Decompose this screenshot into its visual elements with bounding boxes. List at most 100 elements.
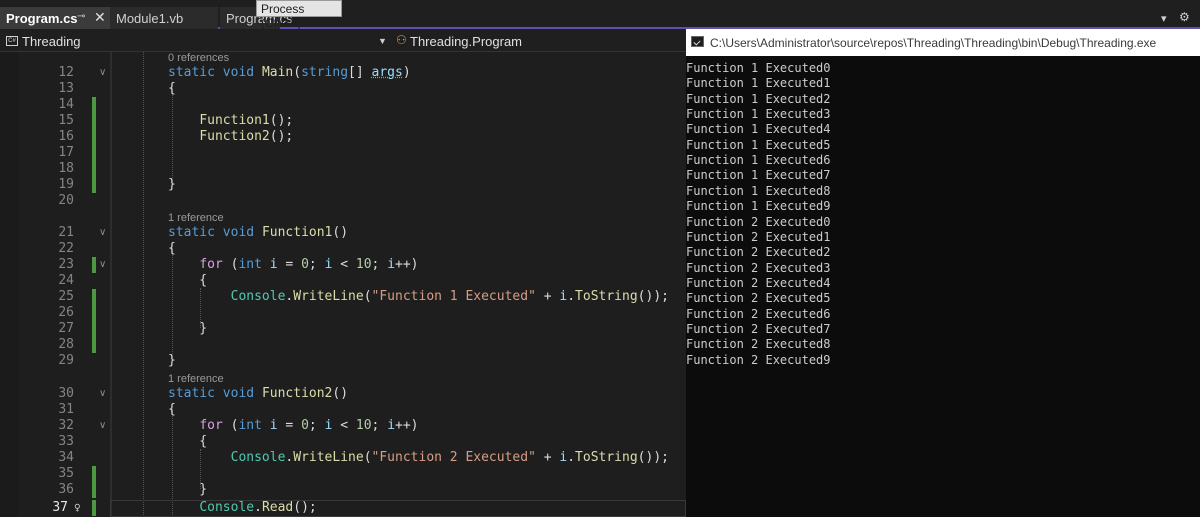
lightbulb-icon[interactable]: ♀ xyxy=(74,500,81,516)
code-editor[interactable]: 0 references 1 reference 1 reference 12 … xyxy=(0,52,686,517)
console-line: Function 2 Executed0 xyxy=(686,214,831,229)
code-line: 29 } xyxy=(0,353,686,369)
console-app-icon xyxy=(691,36,704,47)
code-text: static void Function2() xyxy=(168,386,349,401)
line-number: 17 xyxy=(58,145,74,160)
line-number: 26 xyxy=(58,305,74,320)
line-number: 25 xyxy=(58,289,74,304)
line-number: 31 xyxy=(58,402,74,417)
change-indicator xyxy=(92,129,96,145)
line-number: 22 xyxy=(58,241,74,256)
tab-program-cs[interactable]: Program.cs ⊸ ✕ xyxy=(0,7,110,29)
code-text: for (int i = 0; i < 10; i++) xyxy=(199,418,419,433)
change-indicator xyxy=(92,466,96,482)
change-indicator xyxy=(92,289,96,305)
console-line: Function 1 Executed8 xyxy=(686,183,831,198)
fold-chevron-icon[interactable]: ∨ xyxy=(99,65,106,81)
code-text: } xyxy=(168,353,176,368)
code-text: static void Function1() xyxy=(168,225,349,240)
tab-module1-vb[interactable]: Module1.vb xyxy=(110,7,218,29)
line-number: 23 xyxy=(58,257,74,272)
console-title: C:\Users\Administrator\source\repos\Thre… xyxy=(710,36,1157,50)
line-number: 35 xyxy=(58,466,74,481)
code-line: 26 xyxy=(0,305,686,321)
change-indicator xyxy=(92,500,96,516)
change-indicator xyxy=(92,482,96,498)
code-line: 16 Function2(); xyxy=(0,129,686,145)
line-number: 12 xyxy=(58,65,74,80)
line-number: 28 xyxy=(58,337,74,352)
fold-chevron-icon[interactable]: ∨ xyxy=(99,257,106,273)
class-dropdown[interactable]: Threading.Program xyxy=(410,34,522,49)
codelens-references[interactable]: 1 reference xyxy=(168,373,224,385)
pin-icon[interactable]: ⊸ xyxy=(77,11,85,22)
change-indicator xyxy=(92,321,96,337)
code-text: { xyxy=(168,434,208,449)
csharp-project-icon: C# xyxy=(6,36,18,46)
current-line-highlight xyxy=(110,500,686,517)
code-line: 15 Function1(); xyxy=(0,113,686,129)
code-line: 14 xyxy=(0,97,686,113)
console-title-bar[interactable]: C:\Users\Administrator\source\repos\Thre… xyxy=(686,29,1200,56)
line-number: 14 xyxy=(58,97,74,112)
console-line: Function 1 Executed3 xyxy=(686,107,831,122)
console-line: Function 2 Executed4 xyxy=(686,275,831,290)
code-line: 27 } xyxy=(0,321,686,337)
code-line: 22 { xyxy=(0,241,686,257)
line-number: 24 xyxy=(58,273,74,288)
settings-gear-icon[interactable]: ⚙ xyxy=(1179,10,1190,24)
line-number: 13 xyxy=(58,81,74,96)
console-line: Function 1 Executed2 xyxy=(686,91,831,106)
fold-chevron-icon[interactable]: ∨ xyxy=(99,225,106,241)
code-text: } xyxy=(168,321,208,336)
line-number: 37 xyxy=(52,500,68,515)
code-line: 19 } xyxy=(0,177,686,193)
code-text: Function2(); xyxy=(199,129,294,144)
code-line: 30 ∨ static void Function2() xyxy=(0,386,686,402)
console-line: Function 1 Executed5 xyxy=(686,137,831,152)
line-number: 21 xyxy=(58,225,74,240)
codelens-references[interactable]: 1 reference xyxy=(168,212,224,224)
code-line: 28 xyxy=(0,337,686,353)
tab-label: Module1.vb xyxy=(116,11,184,26)
line-number: 15 xyxy=(58,113,74,128)
line-number: 34 xyxy=(58,450,74,465)
tab-list-dropdown-icon[interactable]: ▾ xyxy=(1161,12,1167,25)
code-line: 24 { xyxy=(0,273,686,289)
tab-label: Program.cs xyxy=(6,11,78,26)
line-number: 20 xyxy=(58,193,74,208)
code-text: } xyxy=(168,177,176,192)
line-number: 30 xyxy=(58,386,74,401)
console-line: Function 2 Executed7 xyxy=(686,321,831,336)
code-text: } xyxy=(168,482,208,497)
change-indicator xyxy=(92,161,96,177)
change-indicator xyxy=(92,337,96,353)
project-dropdown[interactable]: Threading xyxy=(22,34,81,49)
close-tab-icon[interactable]: ✕ xyxy=(94,9,106,26)
fold-chevron-icon[interactable]: ∨ xyxy=(99,418,106,434)
console-line: Function 2 Executed8 xyxy=(686,337,831,352)
chevron-down-icon[interactable]: ▼ xyxy=(378,36,387,46)
code-line: 32 ∨ for (int i = 0; i < 10; i++) xyxy=(0,418,686,434)
line-number: 29 xyxy=(58,353,74,368)
code-text: { xyxy=(168,241,176,256)
line-number: 19 xyxy=(58,177,74,192)
code-line: 23 ∨ for (int i = 0; i < 10; i++) xyxy=(0,257,686,273)
console-window[interactable]: C:\Users\Administrator\source\repos\Thre… xyxy=(686,29,1200,517)
line-number: 27 xyxy=(58,321,74,336)
console-line: Function 1 Executed4 xyxy=(686,122,831,137)
class-icon: ⚇ xyxy=(396,33,407,47)
code-line: 13 { xyxy=(0,81,686,97)
codelens-references[interactable]: 0 references xyxy=(168,52,229,64)
console-line: Function 2 Executed9 xyxy=(686,352,831,367)
code-text: static void Main(string[] args) xyxy=(168,65,411,80)
line-number: 18 xyxy=(58,161,74,176)
fold-chevron-icon[interactable]: ∨ xyxy=(99,386,106,402)
code-line: 21 ∨ static void Function1() xyxy=(0,225,686,241)
code-line: 31 { xyxy=(0,402,686,418)
console-line: Function 1 Executed7 xyxy=(686,168,831,183)
console-line: Function 2 Executed3 xyxy=(686,260,831,275)
change-indicator xyxy=(92,177,96,193)
code-line: 33 { xyxy=(0,434,686,450)
code-text: for (int i = 0; i < 10; i++) xyxy=(199,257,419,272)
